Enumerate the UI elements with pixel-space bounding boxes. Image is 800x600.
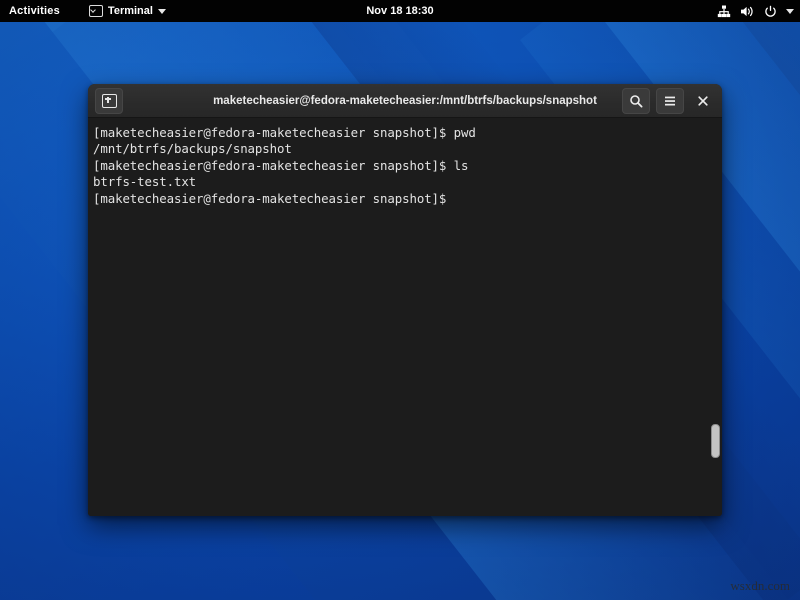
system-status-area[interactable]: [717, 0, 794, 22]
chevron-down-icon: [158, 9, 166, 14]
window-titlebar[interactable]: maketecheasier@fedora-maketecheasier:/mn…: [88, 84, 722, 118]
chevron-down-icon: [786, 9, 794, 14]
search-icon: [629, 94, 643, 108]
volume-high-icon: [740, 5, 755, 18]
activities-label: Activities: [9, 5, 60, 17]
terminal-window[interactable]: maketecheasier@fedora-maketecheasier:/mn…: [88, 84, 722, 516]
terminal-output: [maketecheasier@fedora-maketecheasier sn…: [92, 125, 712, 207]
search-button[interactable]: [622, 88, 650, 114]
terminal-content-area[interactable]: [maketecheasier@fedora-maketecheasier sn…: [88, 118, 722, 516]
terminal-scrollbar[interactable]: [710, 118, 719, 516]
app-menu-button[interactable]: Terminal: [81, 0, 174, 22]
gnome-top-panel: Activities Terminal Nov 18 18:30: [0, 0, 800, 22]
menu-button[interactable]: [656, 88, 684, 114]
hamburger-menu-icon: [663, 95, 677, 107]
app-menu-label: Terminal: [108, 0, 153, 22]
network-wired-icon: [717, 5, 731, 18]
terminal-icon: [89, 5, 103, 17]
titlebar-actions: [622, 88, 716, 114]
power-icon: [764, 5, 777, 18]
watermark: wsxdn.com: [730, 578, 790, 594]
clock-label: Nov 18 18:30: [366, 5, 433, 17]
new-tab-icon: [102, 94, 117, 108]
activities-button[interactable]: Activities: [0, 0, 69, 22]
new-tab-button[interactable]: [95, 88, 123, 114]
close-icon: [697, 95, 709, 107]
close-button[interactable]: [690, 89, 716, 113]
scrollbar-thumb[interactable]: [711, 424, 720, 458]
